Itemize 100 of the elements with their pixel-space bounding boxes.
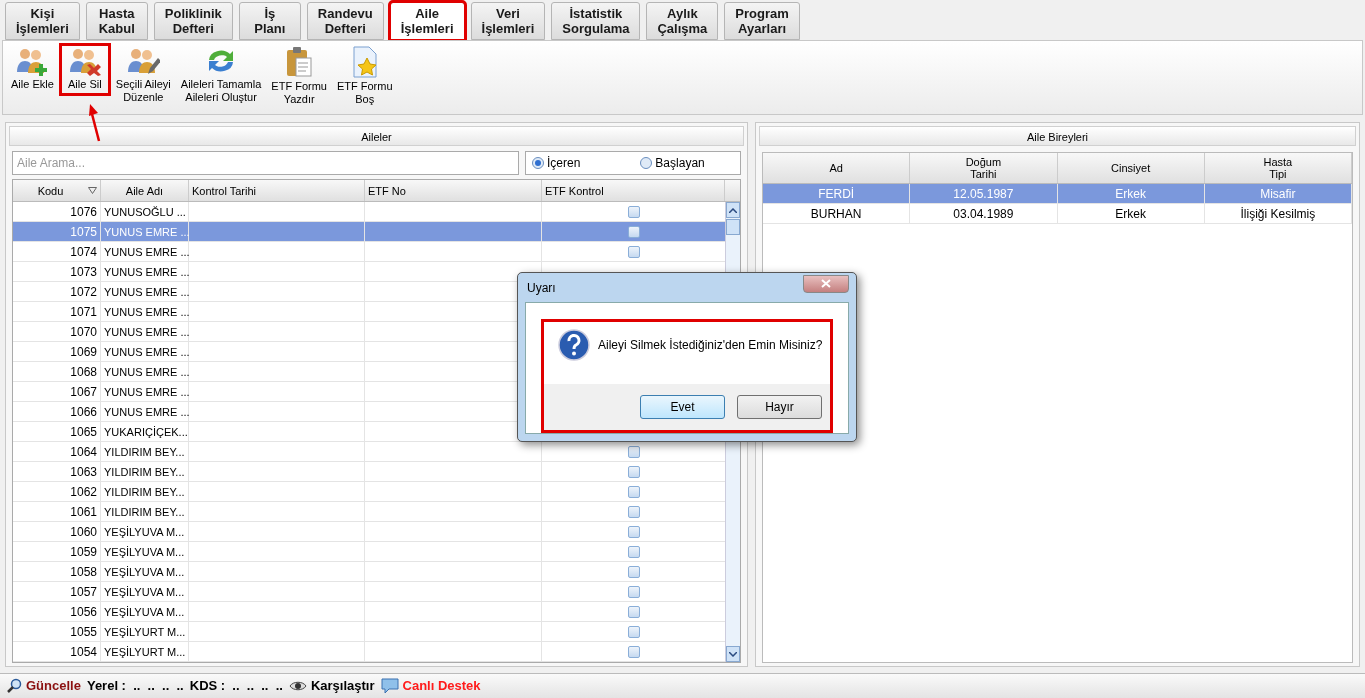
tab[interactable]: Program Ayarları [724,2,800,40]
table-cell-text: YILDIRIM BEY... [104,504,185,520]
tab[interactable]: Aile İşlemleri [389,2,465,40]
column-header[interactable]: Cinsiyet [1057,153,1205,184]
scroll-down-icon[interactable] [729,651,737,657]
radio-option[interactable]: İçeren [532,154,581,173]
table-cell-text: 1068 [70,363,97,381]
status-text: KDS : .. .. .. .. [189,677,283,696]
table-cell-text: 1056 [70,603,97,621]
checkbox[interactable] [627,565,640,578]
table-row[interactable]: 1054 YEŞİLYURT M... [13,642,725,663]
table-row[interactable]: 1063 YILDIRIM BEY... [13,462,725,483]
table-cell-text: YILDIRIM BEY... [104,484,185,500]
toolbar-button[interactable]: Seçili Aileyi Düzenle [113,46,173,106]
table-cell-text: YUNUS EMRE ... [104,304,190,320]
column-header[interactable]: ETF No [365,180,542,202]
table-row[interactable]: 1074 YUNUS EMRE ... [13,242,725,263]
tab[interactable]: Poliklinik Defteri [153,2,233,40]
table-row[interactable]: BURHAN 03.04.1989 Erkek İlişiği Kesilmiş [763,204,1352,225]
table-cell-text: YUNUS EMRE ... [104,324,190,340]
tab[interactable]: Aylık Çalışma [646,2,719,40]
tab[interactable]: Hasta Kabul [85,2,148,40]
toolbar-button[interactable]: Aile Ekle [9,46,56,93]
clipboard-icon [284,46,315,78]
table-cell-text: 1065 [70,423,97,441]
table-cell-text: 1062 [70,483,97,501]
column-header[interactable]: ETF Kontrol [542,180,725,202]
table-cell-text: 1064 [70,443,97,461]
table-cell-text: 1059 [70,543,97,561]
table-row[interactable]: 1059 YEŞİLYUVA M... [13,542,725,563]
table-cell-text: İlişiği Kesilmiş [1240,205,1316,223]
column-header[interactable]: Hasta Tipi [1204,153,1352,184]
checkbox[interactable] [627,605,640,618]
people-edit-icon [126,46,161,76]
tab[interactable]: İş Planı [238,2,301,40]
table-cell-text: 1069 [70,343,97,361]
table-cell-text: YUNUS EMRE ... [104,284,190,300]
tab[interactable]: Kişi İşlemleri [5,2,80,40]
dialog-button[interactable]: Hayır [737,395,822,419]
table-row[interactable]: 1061 YILDIRIM BEY... [13,502,725,523]
search-field[interactable]: Aile Arama... [12,151,519,176]
table-cell-text: 1066 [70,403,97,421]
checkbox[interactable] [627,465,640,478]
column-header[interactable]: Kodu [13,180,101,202]
checkbox[interactable] [627,205,640,218]
checkbox[interactable] [627,585,640,598]
checkbox[interactable] [627,505,640,518]
table-cell-text: 1055 [70,623,97,641]
scroll-thumb[interactable] [726,219,740,236]
toolbar-button[interactable]: Aileleri Tamamla Aileleri Oluştur [178,46,264,106]
tab[interactable]: Randevu Defteri [306,2,384,40]
table-cell-text: 1057 [70,583,97,601]
toolbar-button[interactable]: Aile Sil [61,46,108,93]
annotation-arrow [86,104,102,142]
table-cell-text: 1071 [70,303,97,321]
table-row[interactable]: 1057 YEŞİLYUVA M... [13,582,725,603]
table-cell-text: YEŞİLYUVA M... [104,584,185,600]
checkbox[interactable] [627,225,640,238]
column-header[interactable]: Kontrol Tarihi [189,180,365,202]
checkbox[interactable] [627,625,640,638]
toolbar-button[interactable]: ETF Formu Boş [334,46,395,108]
close-icon [821,279,831,288]
table-row[interactable]: 1060 YEŞİLYUVA M... [13,522,725,543]
table-cell-text: 1072 [70,283,97,301]
dialog-button[interactable]: Evet [640,395,725,419]
checkbox[interactable] [627,245,640,258]
column-header[interactable]: Doğum Tarihi [910,153,1058,184]
toolbar-button[interactable]: ETF Formu Yazdır [269,46,329,108]
checkbox[interactable] [627,445,640,458]
table-cell-text: YILDIRIM BEY... [104,464,185,480]
table-cell-text: 1075 [70,223,97,241]
sort-icon [88,187,97,195]
table-cell-text: YEŞİLYURT M... [104,644,186,660]
column-header[interactable]: Aile Adı [101,180,189,202]
table-cell-text: 1061 [70,503,97,521]
table-row[interactable]: 1055 YEŞİLYURT M... [13,622,725,643]
table-cell-text: YUNUS EMRE ... [104,384,190,400]
table-cell-text: 1054 [70,643,97,661]
table-row[interactable]: 1058 YEŞİLYUVA M... [13,562,725,583]
status-text[interactable]: Güncelle [26,676,81,696]
tab[interactable]: İstatistik Sorgulama [551,2,641,40]
checkbox[interactable] [627,525,640,538]
table-row[interactable]: 1062 YILDIRIM BEY... [13,482,725,503]
status-text[interactable]: Karşılaştır [310,676,375,696]
table-cell-text: Misafir [1260,185,1296,203]
checkbox[interactable] [627,645,640,658]
table-cell-text: YEŞİLYUVA M... [104,564,185,580]
table-cell-text: 1063 [70,463,97,481]
table-cell-text: YEŞİLYUVA M... [104,524,185,540]
table-cell-text: YUNUS EMRE ... [104,404,190,420]
close-button[interactable] [803,274,849,293]
tab[interactable]: Veri İşlemleri [470,2,546,40]
table-cell-text: YEŞİLYURT M... [104,624,186,640]
column-header[interactable]: Ad [763,153,911,184]
checkbox[interactable] [627,545,640,558]
radio-option[interactable]: Başlayan [640,154,705,173]
table-cell-text: FERDİ [818,185,855,203]
scroll-up-icon[interactable] [729,207,737,213]
table-row[interactable]: 1056 YEŞİLYUVA M... [13,602,725,623]
checkbox[interactable] [627,485,640,498]
